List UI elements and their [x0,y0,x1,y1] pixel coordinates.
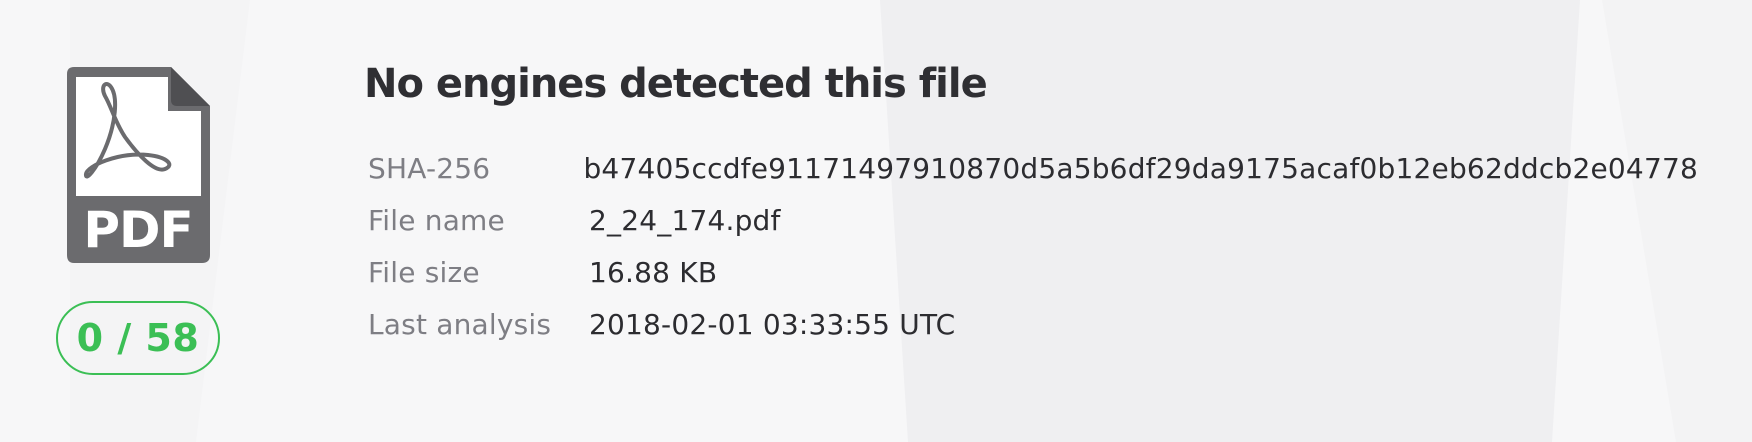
file-size-label: File size [368,255,480,289]
pdf-label: PDF [83,201,192,259]
last-analysis-label: Last analysis [368,307,552,341]
sha256-label: SHA-256 [368,151,491,185]
file-size-value: 16.88 KB [589,255,718,289]
page-title: No engines detected this file [364,61,988,107]
last-analysis-value: 2018-02-01 03:33:55 UTC [589,307,956,341]
file-details: SHA-256 b47405ccdfe91171497910870d5a5b6d… [368,142,1698,350]
sha256-value: b47405ccdfe91171497910870d5a5b6df29da917… [583,151,1698,185]
pdf-file-icon: PDF [67,67,210,263]
detail-row-sha256: SHA-256 b47405ccdfe91171497910870d5a5b6d… [368,142,1698,194]
detection-score-badge: 0 / 58 [56,301,220,375]
file-summary-card: PDF 0 / 58 No engines detected this file… [0,0,1752,442]
detail-row-file-name: File name 2_24_174.pdf [368,194,1698,246]
file-name-label: File name [368,203,505,237]
detail-row-file-size: File size 16.88 KB [368,246,1698,298]
detail-row-last-analysis: Last analysis 2018-02-01 03:33:55 UTC [368,298,1698,350]
file-name-value: 2_24_174.pdf [589,203,781,237]
